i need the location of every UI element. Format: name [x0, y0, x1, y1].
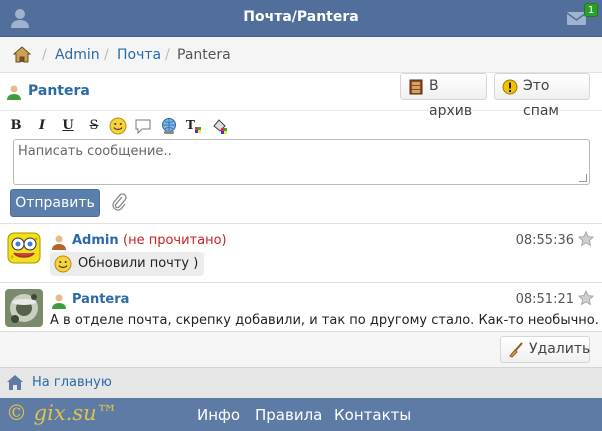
message-bubble: Обновили почту ) — [50, 252, 205, 276]
user-icon — [6, 84, 22, 100]
message-item: Admin (не прочитано) 08:55:36 Обновили п… — [0, 223, 602, 282]
mail-count-badge: 1 — [584, 3, 598, 17]
broom-icon — [508, 342, 524, 358]
svg-text:T: T — [186, 118, 195, 132]
message-time: 08:51:21 — [515, 292, 574, 307]
send-button[interactable]: Отправить — [10, 189, 100, 217]
action-bar: Удалить — [0, 331, 602, 367]
translit-icon[interactable]: T — [185, 117, 203, 135]
delete-label: Удалить — [529, 341, 591, 357]
home-link[interactable]: На главную — [32, 375, 112, 390]
archive-button[interactable]: В архив — [400, 73, 487, 119]
link-icon[interactable] — [160, 117, 178, 135]
underline-icon[interactable]: U — [59, 117, 77, 135]
message-item: Pantera 08:51:21 А в отделе почта, скреп… — [0, 282, 602, 331]
italic-icon[interactable]: I — [33, 117, 51, 135]
breadcrumb-current: Pantera — [177, 47, 231, 63]
breadcrumb-mail[interactable]: Почта — [117, 47, 161, 63]
strikethrough-icon[interactable]: S — [85, 117, 103, 135]
smiley-icon — [54, 255, 72, 273]
smiley-icon[interactable] — [109, 117, 127, 135]
footer-link-contacts[interactable]: Контакты — [334, 406, 411, 424]
user-icon — [51, 293, 67, 309]
message-text: А в отделе почта, скрепку добавили, и та… — [50, 313, 599, 328]
color-fill-icon[interactable] — [211, 117, 229, 135]
quote-icon[interactable] — [134, 117, 152, 135]
avatar[interactable] — [5, 289, 43, 327]
delete-button[interactable]: Удалить — [500, 336, 590, 363]
home-icon — [6, 374, 24, 391]
spam-button[interactable]: Это спам — [494, 73, 590, 119]
paperclip-icon[interactable] — [111, 193, 127, 211]
message-input[interactable] — [14, 140, 589, 184]
archive-icon — [408, 79, 424, 95]
conversation-header: Pantera В архив Это спам — [0, 73, 602, 119]
breadcrumb-separator: / — [42, 47, 47, 63]
footer-link-rules[interactable]: Правила — [255, 406, 322, 424]
page-title: Почта/Pantera — [243, 9, 359, 25]
resize-handle[interactable] — [579, 174, 587, 182]
home-link-bar[interactable]: На главную — [0, 367, 602, 398]
star-icon[interactable] — [577, 230, 595, 247]
breadcrumb-separator: / — [104, 47, 109, 63]
unread-status: (не прочитано) — [123, 233, 227, 248]
star-icon[interactable] — [577, 289, 595, 306]
avatar[interactable] — [5, 230, 43, 268]
warning-icon — [502, 79, 518, 95]
top-bar: Почта/Pantera 1 — [0, 0, 602, 37]
breadcrumb: / Admin / Почта / Pantera — [0, 37, 602, 73]
message-author[interactable]: Pantera — [72, 292, 129, 307]
message-input-box — [13, 139, 590, 185]
message-author[interactable]: Admin — [72, 233, 119, 248]
breadcrumb-separator: / — [165, 47, 170, 63]
message-time: 08:55:36 — [515, 233, 574, 248]
home-icon[interactable] — [12, 46, 32, 63]
footer-link-info[interactable]: Инфо — [197, 406, 240, 424]
contact-name[interactable]: Pantera — [28, 83, 90, 99]
footer: © gix.su™ Инфо Правила Контакты — [0, 398, 602, 431]
breadcrumb-admin[interactable]: Admin — [55, 47, 100, 63]
message-text: Обновили почту ) — [78, 256, 199, 271]
formatting-toolbar: B I U S T — [0, 111, 602, 139]
bold-icon[interactable]: B — [7, 117, 25, 135]
site-logo[interactable]: © gix.su™ — [6, 401, 118, 425]
user-icon — [51, 234, 67, 250]
